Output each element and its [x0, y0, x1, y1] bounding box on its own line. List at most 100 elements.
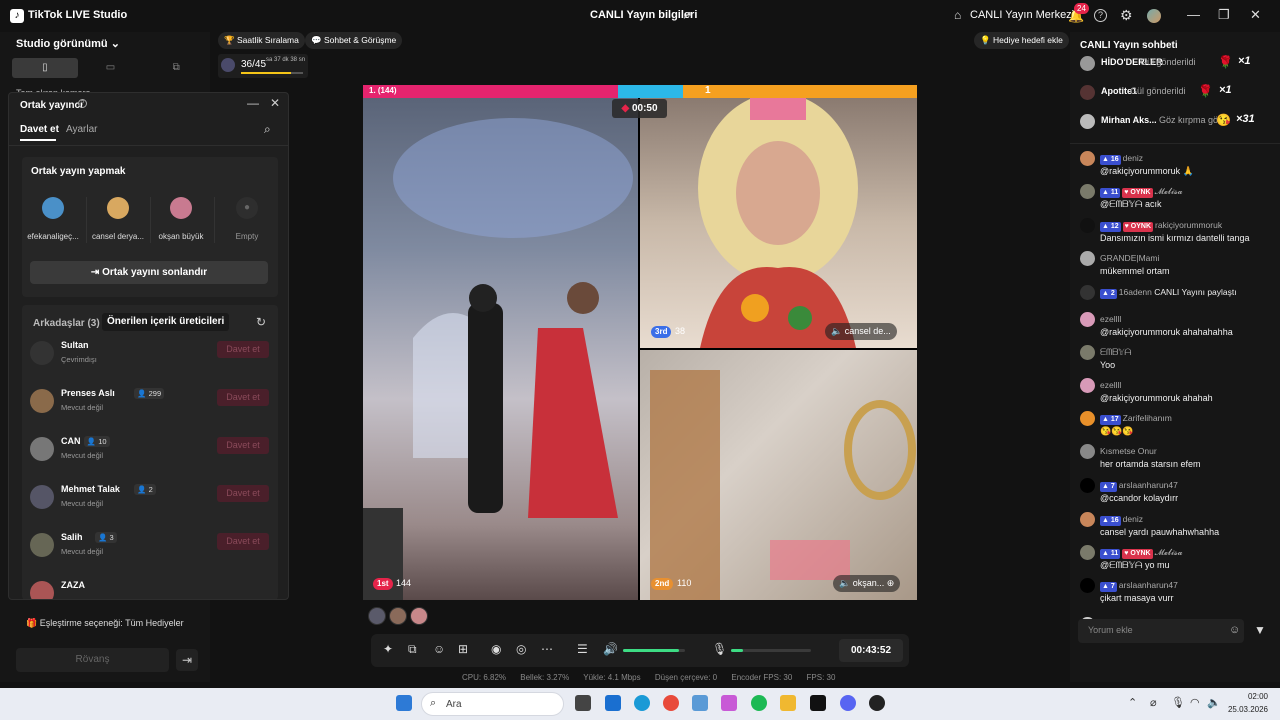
invite-button[interactable]: Davet et [217, 437, 269, 454]
close-icon[interactable]: ✕ [1250, 7, 1261, 23]
level-widget[interactable]: 36/45 sa 37 dk 38 sn [218, 54, 308, 78]
chat-username[interactable]: ᗴᗰᗷ𝕐ᗩ [1100, 347, 1131, 357]
tab-friends[interactable]: Arkadaşlar (3) [33, 318, 100, 329]
task-view-icon[interactable] [575, 695, 591, 711]
send-icon[interactable]: ▼ [1254, 623, 1266, 637]
landscape-tab[interactable]: ▭ [78, 58, 144, 78]
file-explorer-icon[interactable] [780, 695, 796, 711]
taskbar-search[interactable]: ⌕ Ara [421, 692, 564, 716]
volume-slider[interactable] [623, 649, 685, 652]
rematch-button[interactable]: Rövanş [16, 648, 169, 672]
studio-view-label: Studio görünümü [16, 38, 108, 50]
dual-tab[interactable]: ⧉ [143, 58, 209, 78]
live-center-link[interactable]: CANLI Yayın Merkezi [970, 9, 1074, 21]
info-icon[interactable]: ? [78, 99, 87, 108]
share-icon[interactable]: ↗ [682, 8, 692, 22]
chevron-up-icon[interactable]: ⌃ [1128, 696, 1137, 709]
comment-input[interactable]: Yorum ekle ☺ [1078, 619, 1244, 643]
profile-avatar[interactable] [1147, 9, 1161, 23]
gift-user[interactable]: Mirhan Aks... [1101, 115, 1157, 125]
chat-username[interactable]: 𝓜𝓮𝓵𝓲𝓼𝓪 [1155, 186, 1183, 196]
tab-settings[interactable]: Ayarlar [66, 124, 98, 135]
app-icon[interactable] [692, 695, 708, 711]
minimize-icon[interactable]: — [1187, 7, 1200, 22]
dialog-minimize-icon[interactable]: — [247, 96, 259, 110]
level-number: 7 [1110, 483, 1115, 490]
chat-username[interactable]: deniz [1123, 153, 1143, 163]
search-icon[interactable]: ⌕ [264, 122, 271, 137]
gift-count: ×1 [1238, 55, 1251, 67]
chat-username[interactable]: arslaanharun47 [1119, 580, 1178, 590]
record-icon[interactable]: ◉ [491, 642, 501, 656]
chat-username[interactable]: ezellll [1100, 380, 1121, 390]
more-icon[interactable]: ⋯ [541, 642, 553, 656]
refresh-icon[interactable]: ↻ [256, 315, 266, 329]
chrome-icon[interactable] [663, 695, 679, 711]
studio-view-dropdown[interactable]: Studio görünümü ⌄ [16, 37, 120, 50]
clock-time[interactable]: 02:00 [1232, 692, 1268, 701]
speaker-tray-icon[interactable]: 🔈 [1207, 696, 1221, 709]
invite-button[interactable]: Davet et [217, 485, 269, 502]
follower-badge: 👤 299 [134, 388, 165, 399]
end-cohost-button[interactable]: ⇥ Ortak yayını sonlandır [30, 261, 268, 284]
app-icon-2[interactable] [869, 695, 885, 711]
cohost-name-pill[interactable]: 🔈 okşan... ⊕ [833, 575, 901, 592]
chat-username[interactable]: arslaanharun47 [1119, 480, 1178, 490]
mic-level-slider[interactable] [731, 649, 811, 652]
chat-username[interactable]: 𝓜𝓮𝓵𝓲𝓼𝓪 [1155, 547, 1183, 557]
cohost-slot[interactable]: cansel derya... [88, 197, 148, 241]
tiktok-icon[interactable] [810, 695, 826, 711]
magic-wand-icon[interactable]: ✦ [383, 642, 393, 656]
cohost-name-pill[interactable]: 🔈 cansel de... [825, 323, 897, 340]
windows-start-icon[interactable] [396, 695, 412, 711]
invite-button[interactable]: Davet et [217, 389, 269, 406]
gear-icon[interactable]: ⚙ [1120, 7, 1133, 24]
add-source-icon[interactable]: ⊞ [458, 642, 468, 656]
host-video[interactable] [363, 98, 638, 600]
tab-invite[interactable]: Davet et [20, 124, 59, 135]
portrait-tab[interactable]: ▯ [12, 58, 78, 78]
hourly-ranking-chip[interactable]: 🏆 Saatlik Sıralama [218, 32, 305, 49]
cohost-slot[interactable]: efekanaligeç... [23, 197, 83, 241]
cohost-video-2[interactable] [640, 350, 917, 600]
invite-button[interactable]: Davet et [217, 533, 269, 550]
chat-username[interactable]: Kısmetse Onur [1100, 446, 1157, 456]
cohost-slot-empty[interactable]: ● Empty [217, 197, 277, 241]
edge-icon[interactable] [634, 695, 650, 711]
cohost-slot[interactable]: okşan büyük [151, 197, 211, 241]
maximize-icon[interactable]: ❐ [1218, 7, 1230, 23]
volume-icon[interactable]: 🔊 [603, 642, 618, 656]
clock-date[interactable]: 25.03.2026 [1222, 705, 1268, 714]
tab-suggested-creators[interactable]: Önerilen içerik üreticileri [102, 313, 230, 331]
chat-username[interactable]: deniz [1123, 514, 1143, 524]
chat-username[interactable]: 16adenn [1119, 287, 1152, 297]
discord-icon[interactable] [840, 695, 856, 711]
face-filter-icon[interactable]: ☺ [433, 642, 445, 656]
chat-username[interactable]: Zarifelihanım [1123, 413, 1172, 423]
cohost-video-1[interactable] [640, 93, 917, 348]
microphone-icon[interactable]: 🎙 [712, 642, 727, 656]
copilot-icon[interactable] [721, 695, 737, 711]
chat-username[interactable]: rakiçiyorummoruk [1155, 220, 1222, 230]
home-icon[interactable]: ⌂ [954, 8, 961, 22]
invite-button[interactable]: Davet et [217, 341, 269, 358]
audio-settings-icon[interactable]: ☰ [577, 642, 588, 656]
spotify-icon[interactable] [751, 695, 767, 711]
target-icon[interactable]: ◎ [516, 642, 526, 656]
microphone-tray-icon[interactable]: 🎙 [1171, 696, 1185, 709]
guest-avatars[interactable] [368, 607, 432, 627]
chat-meet-chip[interactable]: 💬 Sohbet & Görüşme [305, 32, 403, 49]
outlook-icon[interactable] [605, 695, 621, 711]
mic-level-fill [731, 649, 743, 652]
gift-goal-chip[interactable]: 💡 Hediye hedefi ekle [974, 32, 1069, 49]
emoji-icon[interactable]: ☺ [1229, 624, 1240, 636]
chat-username[interactable]: ezellll [1100, 314, 1121, 324]
help-icon[interactable]: ? [1094, 9, 1107, 22]
match-option[interactable]: 🎁 Eşleştirme seçeneği: Tüm Hediyeler [26, 618, 184, 629]
wifi-icon[interactable]: ◠ [1190, 696, 1200, 709]
exit-match-icon[interactable]: ⇥ [176, 649, 198, 671]
network-icon[interactable]: ⌀ [1150, 696, 1157, 709]
chat-username[interactable]: GRANDE|Mami [1100, 253, 1159, 263]
dialog-close-icon[interactable]: ✕ [270, 96, 280, 110]
effects-icon[interactable]: ⧉ [408, 642, 417, 657]
